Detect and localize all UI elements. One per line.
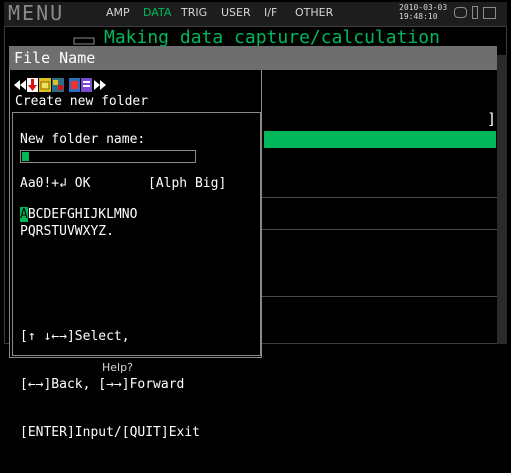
create-new-folder-label: Create new folder (15, 94, 149, 109)
tab-other[interactable]: OTHER (295, 6, 333, 19)
battery-icon (472, 6, 478, 19)
character-row-1-rest[interactable]: BCDEFGHIJKLMNO (28, 207, 138, 222)
key-help: [↑ ↓←→]Select, [←→]Back, [→→]Forward [EN… (20, 297, 200, 473)
network-icon (483, 7, 496, 19)
dialog-title: File Name (14, 49, 96, 67)
background-highlight-bar[interactable] (264, 131, 496, 148)
tab-amp[interactable]: AMP (106, 6, 130, 19)
background-bracket: ] (487, 110, 497, 128)
input-mode-ok[interactable]: Aa0!+↲ OK (20, 176, 90, 191)
menu-title: MENU (8, 1, 65, 25)
device-screen: MENU AMP DATA TRIG USER I/F OTHER 2010-0… (0, 0, 511, 440)
selected-character[interactable]: A (20, 207, 28, 222)
divider (262, 197, 497, 198)
input-mode-indicator: [Alph Big] (148, 176, 227, 191)
rewind-icon[interactable] (14, 78, 26, 92)
new-folder-name-input[interactable] (20, 150, 196, 163)
help-input-exit-line: [ENTER]Input/[QUIT]Exit (20, 425, 201, 440)
help-hint: Help? (102, 361, 133, 374)
folder-icon[interactable] (39, 78, 51, 92)
character-row-1: ABCDEFGHIJKLMNO (20, 206, 137, 223)
new-folder-name-label: New folder name: (20, 132, 146, 147)
datetime: 2010-03-03 19:48:10 (399, 3, 447, 21)
character-palette: ABCDEFGHIJKLMNO PQRSTUVWXYZ. (20, 206, 137, 240)
date-text: 2010-03-03 (399, 3, 448, 12)
tab-if[interactable]: I/F (264, 6, 277, 19)
tab-trig[interactable]: TRIG (181, 6, 207, 19)
red-square-icon[interactable] (69, 78, 80, 92)
purple-list-icon[interactable] (81, 78, 92, 92)
background-scrollbar[interactable] (497, 55, 507, 344)
text-cursor (22, 152, 29, 161)
help-navigation-line: [←→]Back, [→→]Forward (20, 377, 185, 392)
storage-icon (454, 7, 467, 18)
divider (262, 229, 497, 230)
help-select-line: [↑ ↓←→]Select, (20, 329, 130, 344)
forward-icon[interactable] (94, 78, 106, 92)
tab-user[interactable]: USER (221, 6, 251, 19)
time-text: 19:48:10 (399, 12, 438, 21)
character-row-2[interactable]: PQRSTUVWXYZ. (20, 223, 137, 240)
checkbox-icon (73, 37, 95, 45)
panel-icon[interactable] (52, 78, 64, 92)
divider (262, 296, 497, 297)
red-arrow-icon[interactable] (27, 78, 38, 92)
tab-data[interactable]: DATA (143, 6, 171, 19)
